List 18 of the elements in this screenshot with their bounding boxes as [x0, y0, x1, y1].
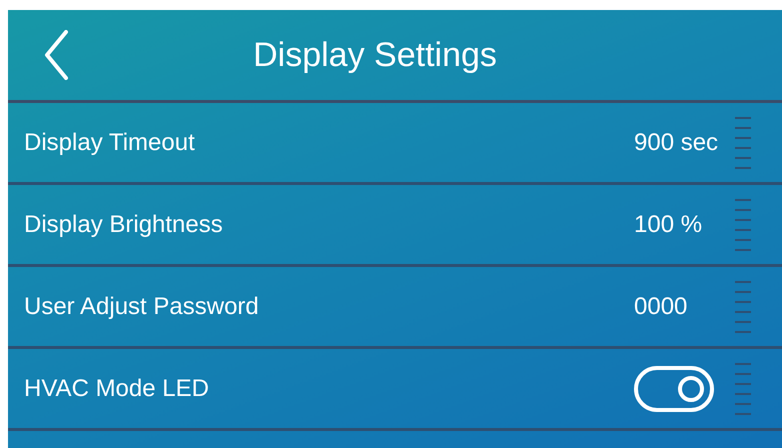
- back-chevron-icon: [44, 30, 68, 80]
- setting-value: 0000: [634, 292, 688, 322]
- setting-label: Display Timeout: [24, 128, 196, 158]
- settings-row[interactable]: Display Brightness 100 %: [8, 185, 782, 267]
- settings-row[interactable]: Display Timeout 900 sec: [8, 103, 782, 185]
- setting-label: Display Brightness: [24, 210, 224, 240]
- drag-handle-icon[interactable]: [734, 280, 752, 334]
- page-title: Display Settings: [252, 34, 498, 76]
- drag-handle-icon[interactable]: [734, 198, 752, 252]
- settings-row[interactable]: HVAC Mode LED: [8, 349, 782, 431]
- drag-handle-icon[interactable]: [734, 116, 752, 170]
- setting-value: 900 sec: [634, 128, 718, 158]
- setting-label: HVAC Mode LED: [24, 374, 210, 404]
- drag-handle-icon[interactable]: [734, 362, 752, 416]
- setting-value: 100 %: [634, 210, 702, 240]
- setting-label: User Adjust Password: [24, 292, 260, 322]
- toggle-switch[interactable]: [634, 366, 714, 412]
- settings-row[interactable]: User Adjust Password 0000: [8, 267, 782, 349]
